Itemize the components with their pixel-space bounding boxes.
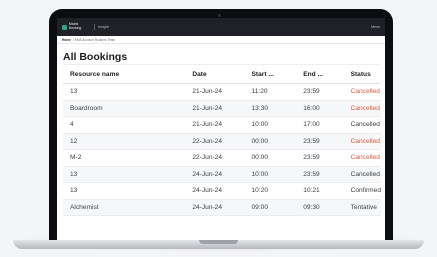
cell-status: Cancelled (343, 83, 381, 101)
cell-status: Cancelled (343, 166, 381, 183)
cell-end: 23:59 (296, 133, 344, 150)
app-header: Matrix Booking Insight Menu (57, 18, 385, 36)
column-header-start[interactable]: Start ... (244, 64, 297, 84)
laptop-bezel: Matrix Booking Insight Menu Home / RMS A… (49, 9, 393, 240)
cell-status: Cancelled (343, 116, 381, 134)
camera-icon (218, 14, 221, 17)
column-header-resource[interactable]: Resource name (63, 64, 186, 84)
cell-end: 09:30 (296, 199, 344, 216)
column-header-end[interactable]: End ... (296, 64, 344, 84)
cell-date: 22-Jun-24 (185, 133, 245, 150)
cell-date: 24-Jun-24 (185, 166, 245, 183)
cell-start: 00:00 (244, 133, 297, 150)
column-header-status[interactable]: Status (343, 64, 381, 84)
cell-end: 16:00 (296, 100, 344, 117)
cell-resource: Alchemist (63, 199, 186, 216)
cell-status: Tentative (343, 199, 381, 216)
header-divider (94, 24, 95, 30)
cell-end: 10:21 (296, 182, 344, 200)
cell-date: 21-Jun-24 (185, 116, 245, 134)
table-row[interactable]: Alchemist 24-Jun-24 09:00 09:30 Tentativ… (63, 199, 381, 216)
table-row[interactable]: 13 21-Jun-24 11:20 23:59 Cancelled (63, 83, 381, 101)
cell-resource: 13 (63, 83, 186, 101)
cell-start: 11:20 (244, 83, 297, 101)
logo[interactable]: Matrix Booking (62, 23, 91, 30)
column-header-date[interactable]: Date (185, 64, 245, 84)
cell-resource: 12 (63, 133, 186, 150)
cell-start: 10:00 (244, 116, 297, 134)
cell-end: 17:00 (296, 116, 344, 134)
cell-resource: 4 (63, 116, 186, 134)
cell-resource: 13 (63, 166, 186, 183)
table-header-row: Resource name Date Start ... End ... Sta… (63, 64, 381, 84)
cell-end: 23:59 (296, 149, 344, 167)
cell-resource: Boardroom (63, 100, 186, 117)
cell-status: Confirmed (343, 182, 381, 200)
cell-resource: M-2 (63, 149, 186, 167)
cell-status: Cancelled (343, 133, 381, 150)
app-name: Insight (98, 25, 109, 29)
menu-button[interactable]: Menu (371, 25, 380, 29)
page-title: All Bookings (63, 51, 128, 63)
logo-text: Matrix Booking (69, 22, 82, 30)
logo-icon (62, 24, 67, 30)
cell-status: Cancelled (343, 100, 381, 117)
cell-start: 09:00 (244, 199, 297, 216)
cell-date: 24-Jun-24 (185, 182, 245, 200)
cell-date: 24-Jun-24 (185, 199, 245, 216)
cell-start: 00:00 (244, 149, 297, 167)
table-row[interactable]: M-2 22-Jun-24 00:00 23:59 Cancelled (63, 149, 381, 167)
cell-date: 21-Jun-24 (185, 100, 245, 117)
table-row[interactable]: 13 24-Jun-24 10:20 10:21 Confirmed (63, 182, 381, 200)
breadcrumb-home[interactable]: Home (62, 38, 71, 42)
breadcrumb-path[interactable]: / RMS Account Bookers Team (73, 38, 115, 42)
breadcrumb: Home / RMS Account Bookers Team (57, 36, 385, 44)
cell-start: 13:30 (244, 100, 297, 117)
cell-date: 22-Jun-24 (185, 149, 245, 167)
table-row[interactable]: 4 21-Jun-24 10:00 17:00 Cancelled (63, 116, 381, 134)
cell-date: 21-Jun-24 (185, 83, 245, 101)
cell-status: Cancelled (343, 149, 381, 167)
table-row[interactable]: 12 22-Jun-24 00:00 23:59 Cancelled (63, 133, 381, 150)
table-row[interactable]: Boardroom 21-Jun-24 13:30 16:00 Cancelle… (63, 100, 381, 117)
cell-start: 10:00 (244, 166, 297, 183)
cell-start: 10:20 (244, 182, 297, 200)
cell-end: 23:59 (296, 83, 344, 101)
bookings-table: Resource name Date Start ... End ... Sta… (63, 64, 381, 216)
laptop-base (13, 240, 424, 249)
cell-end: 23:59 (296, 166, 344, 183)
laptop-screen: Matrix Booking Insight Menu Home / RMS A… (57, 18, 385, 240)
cell-resource: 13 (63, 182, 186, 200)
laptop-base-notch (199, 240, 238, 244)
table-row[interactable]: 13 24-Jun-24 10:00 23:59 Cancelled (63, 166, 381, 183)
